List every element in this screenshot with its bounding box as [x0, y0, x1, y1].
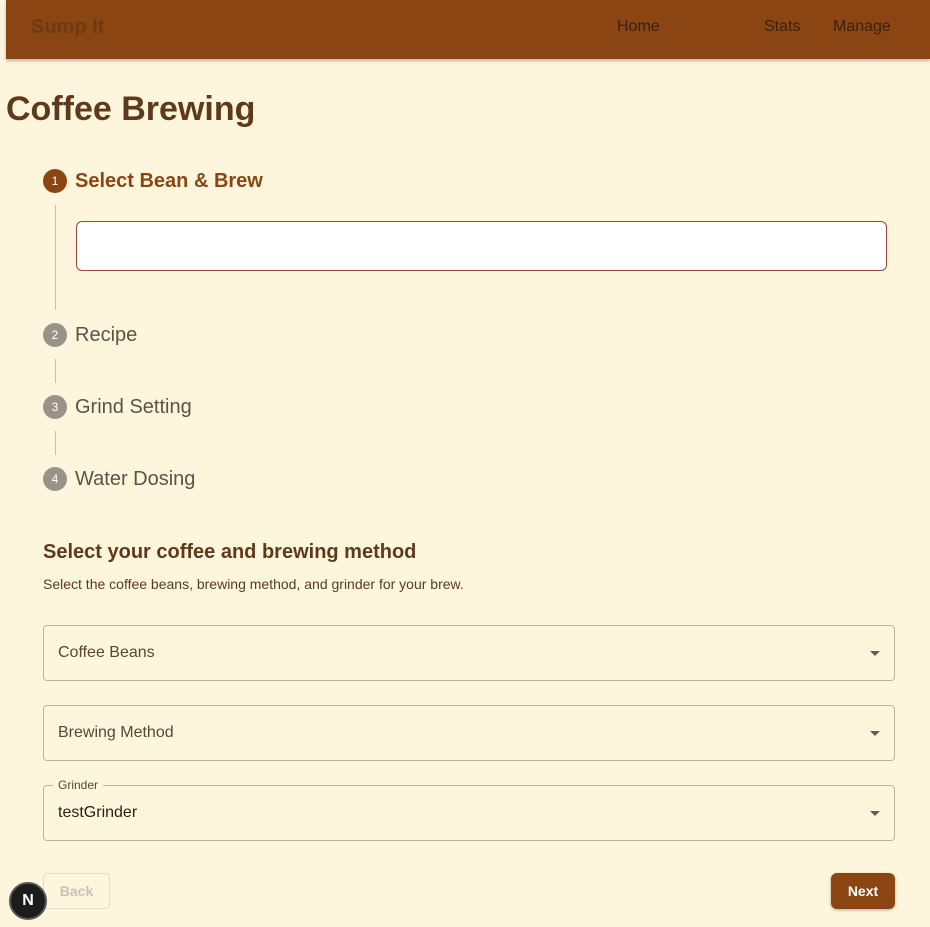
step-number-3: 3 [43, 395, 67, 419]
grinder-label: Grinder [53, 778, 104, 792]
section-description: Select the coffee beans, brewing method,… [43, 576, 464, 592]
top-navbar: Sump It Home Stats Manage [6, 0, 930, 59]
step-number-1: 1 [43, 169, 67, 193]
step-content-input[interactable] [76, 221, 887, 271]
step-water-dosing[interactable]: 4 Water Dosing [43, 467, 195, 491]
nav-link-home[interactable]: Home [617, 18, 660, 36]
nav-link-stats[interactable]: Stats [764, 18, 800, 36]
page-title: Coffee Brewing [6, 90, 256, 128]
section-title: Select your coffee and brewing method [43, 541, 417, 563]
coffee-beans-placeholder: Coffee Beans [58, 644, 155, 661]
nextjs-dev-icon[interactable]: N [9, 882, 47, 920]
chevron-down-icon [870, 651, 880, 656]
step-connector [55, 431, 56, 455]
brand-logo[interactable]: Sump It [31, 16, 104, 39]
step-label-2: Recipe [75, 323, 138, 346]
grinder-value: testGrinder [58, 804, 138, 821]
step-label-3: Grind Setting [75, 395, 192, 418]
step-recipe[interactable]: 2 Recipe [43, 323, 137, 347]
step-select-bean-brew[interactable]: 1 Select Bean & Brew [43, 169, 263, 193]
step-grind-setting[interactable]: 3 Grind Setting [43, 395, 192, 419]
step-connector [55, 205, 56, 310]
back-button[interactable]: Back [43, 873, 110, 909]
step-number-4: 4 [43, 467, 67, 491]
coffee-beans-select[interactable]: Coffee Beans [43, 625, 895, 681]
chevron-down-icon [870, 731, 880, 736]
brewing-method-placeholder: Brewing Method [58, 724, 174, 741]
chevron-down-icon [870, 811, 880, 816]
brewing-method-select[interactable]: Brewing Method [43, 705, 895, 761]
step-label-4: Water Dosing [75, 467, 196, 490]
step-number-2: 2 [43, 323, 67, 347]
step-connector [55, 359, 56, 383]
step-label-1: Select Bean & Brew [75, 169, 263, 192]
grinder-select[interactable]: Grinder testGrinder [43, 778, 895, 841]
next-button[interactable]: Next [831, 873, 895, 909]
nav-link-manage[interactable]: Manage [833, 18, 891, 36]
